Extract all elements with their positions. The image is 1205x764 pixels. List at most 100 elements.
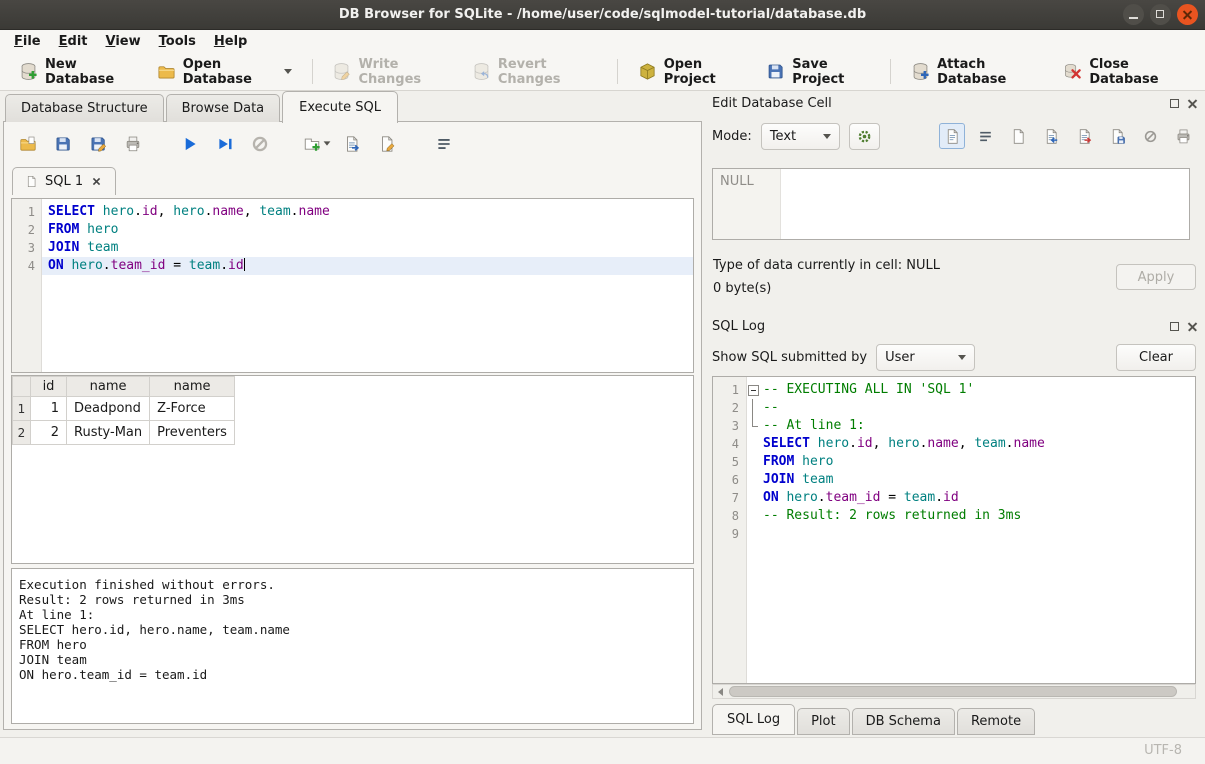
open-sql-file-button[interactable] <box>14 130 41 157</box>
menu-edit[interactable]: Edit <box>50 32 97 51</box>
menu-file[interactable]: File <box>5 32 50 51</box>
code-line <box>761 525 1195 543</box>
table-row: 11DeadpondZ-Force <box>13 397 235 421</box>
column-header-name-2[interactable]: name <box>150 377 235 397</box>
export-results-button[interactable] <box>338 130 365 157</box>
edit-cell-mode-row: Mode: Text <box>712 122 1196 150</box>
log-filter-select[interactable]: User <box>876 344 975 371</box>
clear-log-button[interactable]: Clear <box>1116 344 1196 371</box>
chevron-down-icon <box>958 355 966 360</box>
execute-all-button[interactable] <box>176 130 203 157</box>
tab-database-structure[interactable]: Database Structure <box>5 94 164 122</box>
word-wrap-icon <box>435 135 453 153</box>
cell-value: NULL <box>720 174 754 189</box>
messages-pane[interactable]: Execution finished without errors.Result… <box>11 568 694 724</box>
results-corner-cell[interactable] <box>13 377 31 397</box>
close-sql-log-button[interactable] <box>1187 321 1198 332</box>
chevron-down-icon <box>323 141 330 145</box>
print-cell-button[interactable] <box>1170 123 1196 149</box>
line-number: 1 <box>713 381 747 399</box>
row-header[interactable]: 2 <box>13 421 31 445</box>
menu-view[interactable]: View <box>97 32 150 51</box>
sql-log-view[interactable]: 1-- EXECUTING ALL IN 'SQL 1'2--3-- At li… <box>712 376 1196 684</box>
column-header-id-0[interactable]: id <box>31 377 67 397</box>
status-bar: UTF-8 <box>0 737 1205 764</box>
close-database-button[interactable]: Close Database <box>1052 52 1197 92</box>
mode-select[interactable]: Text <box>761 123 840 150</box>
code-line: -- At line 1: <box>761 417 1195 435</box>
result-cell[interactable]: 2 <box>31 421 67 445</box>
line-number: 4 <box>713 435 747 453</box>
text-view-button[interactable] <box>939 123 965 149</box>
row-header[interactable]: 1 <box>13 397 31 421</box>
revert-changes-icon <box>472 62 491 81</box>
close-database-label: Close Database <box>1089 57 1186 87</box>
results-grid[interactable]: idnamename11DeadpondZ-Force22Rusty-ManPr… <box>11 375 694 564</box>
dock-tab-sql-log[interactable]: SQL Log <box>712 704 795 735</box>
import-data-button[interactable] <box>1038 123 1064 149</box>
scrollbar-thumb[interactable] <box>729 686 1177 697</box>
close-edit-cell-button[interactable] <box>1187 98 1198 109</box>
close-window-button[interactable] <box>1177 4 1198 25</box>
save-sql-as-button[interactable] <box>84 130 111 157</box>
attach-database-button[interactable]: Attach Database <box>900 52 1052 92</box>
execute-current-line-button[interactable] <box>211 130 238 157</box>
save-project-button[interactable]: Save Project <box>755 52 881 92</box>
close-tab-icon[interactable] <box>90 175 103 188</box>
wrap-lines-button[interactable] <box>972 123 998 149</box>
menu-tools[interactable]: Tools <box>150 32 205 51</box>
log-scrollbar[interactable] <box>712 684 1196 699</box>
tab-browse-data[interactable]: Browse Data <box>166 94 281 122</box>
save-data-button[interactable] <box>1104 123 1130 149</box>
sql-log-title: SQL Log <box>712 319 1169 334</box>
cell-editor[interactable]: NULL <box>712 168 1190 240</box>
fold-collapse-icon[interactable] <box>747 381 761 399</box>
result-cell[interactable]: Z-Force <box>150 397 235 421</box>
word-wrap-button[interactable] <box>430 130 457 157</box>
float-edit-cell-button[interactable] <box>1169 98 1180 109</box>
write-changes-label: Write Changes <box>358 57 449 87</box>
sql-editor[interactable]: 1SELECT hero.id, hero.name, team.name2FR… <box>11 198 694 373</box>
dock-tab-remote[interactable]: Remote <box>957 708 1035 735</box>
print-sql-button[interactable] <box>119 130 146 157</box>
export-data-button[interactable] <box>1071 123 1097 149</box>
column-header-name-1[interactable]: name <box>67 377 150 397</box>
float-icon <box>1170 99 1179 108</box>
set-null-button[interactable] <box>1137 123 1163 149</box>
message-line: At line 1: <box>19 607 693 622</box>
scroll-left-icon[interactable] <box>713 685 728 698</box>
cell-type-text: Type of data currently in cell: NULL <box>713 258 940 273</box>
minimize-icon <box>1129 17 1138 19</box>
open-project-icon <box>638 62 657 81</box>
execute-sql-pane: SQL 1 1SELECT hero.id, hero.name, team.n… <box>3 121 702 730</box>
open-project-button[interactable]: Open Project <box>627 52 756 92</box>
sql-doc-tab-sql-1[interactable]: SQL 1 <box>12 167 116 195</box>
edit-sql-button[interactable] <box>373 130 400 157</box>
result-cell[interactable]: Deadpond <box>67 397 150 421</box>
open-in-editor-button[interactable] <box>1005 123 1031 149</box>
result-cell[interactable]: 1 <box>31 397 67 421</box>
menu-help[interactable]: Help <box>205 32 256 51</box>
float-sql-log-button[interactable] <box>1169 321 1180 332</box>
line-number: 5 <box>713 453 747 471</box>
new-database-button[interactable]: New Database <box>8 52 146 92</box>
result-cell[interactable]: Rusty-Man <box>67 421 150 445</box>
edit-cell-title: Edit Database Cell <box>712 96 1169 111</box>
open-query-tab-button[interactable] <box>303 130 330 157</box>
line-number: 2 <box>713 399 747 417</box>
auto-switch-mode-button[interactable] <box>849 123 880 150</box>
tab-execute-sql[interactable]: Execute SQL <box>282 91 398 123</box>
maximize-button[interactable] <box>1150 4 1171 25</box>
dock-tab-plot[interactable]: Plot <box>797 708 850 735</box>
line-number: 3 <box>713 417 747 435</box>
dock-tab-db-schema[interactable]: DB Schema <box>852 708 955 735</box>
minimize-button[interactable] <box>1123 4 1144 25</box>
open-database-button[interactable]: Open Database <box>146 52 303 92</box>
import-data-icon <box>1043 128 1060 145</box>
log-line: 4SELECT hero.id, hero.name, team.name <box>713 435 1195 453</box>
save-sql-file-button[interactable] <box>49 130 76 157</box>
print-cell-icon <box>1175 128 1192 145</box>
result-cell[interactable]: Preventers <box>150 421 235 445</box>
table-row: 22Rusty-ManPreventers <box>13 421 235 445</box>
scrollbar-track[interactable] <box>728 685 1195 698</box>
